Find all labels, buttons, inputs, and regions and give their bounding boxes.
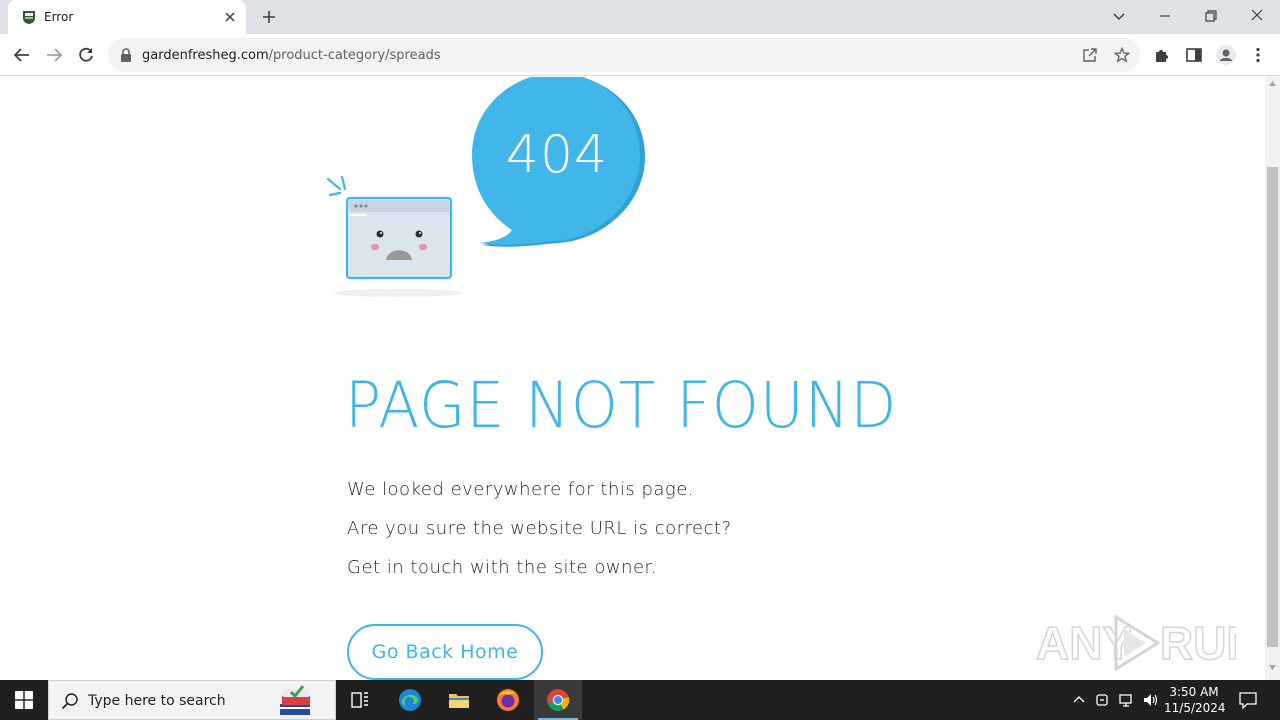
menu-kebab-icon[interactable]: [1249, 46, 1267, 64]
sad-browser-illustration: [326, 77, 645, 297]
notifications-icon[interactable]: [1238, 690, 1258, 710]
extensions-puzzle-icon[interactable]: [1153, 46, 1171, 64]
url-path: /product-category/spreads: [268, 48, 441, 63]
browser-toolbar: gardenfresheg.com/product-category/sprea…: [0, 34, 1280, 76]
profile-avatar-icon[interactable]: [1216, 45, 1236, 65]
scrollbar-thumb[interactable]: [1267, 167, 1278, 647]
page-viewport: 404 PAGE NOT FOUND We looked everywhere …: [0, 77, 1265, 680]
forward-arrow-icon[interactable]: [45, 46, 63, 64]
windows-logo-icon: [15, 691, 33, 709]
firefox-icon: [497, 689, 519, 711]
chrome-icon: [547, 689, 570, 711]
new-tab-icon[interactable]: [261, 9, 277, 25]
tab-strip: Error: [0, 0, 1280, 34]
windows-taskbar: Type here to search 3:50 AM 11/5/2024: [0, 680, 1280, 720]
message-line-2: Are you sure the website URL is correct?: [347, 518, 732, 539]
reload-icon[interactable]: [77, 46, 95, 64]
taskbar-edge[interactable]: [386, 680, 434, 720]
anyrun-watermark-logo: ANY RUN: [1036, 614, 1236, 672]
message-line-3: Get in touch with the site owner.: [347, 557, 658, 578]
browser-tab[interactable]: Error: [8, 0, 246, 34]
url-host: gardenfresheg.com: [142, 48, 269, 63]
tab-title: Error: [44, 10, 74, 24]
bookmark-star-icon[interactable]: [1114, 47, 1130, 63]
folder-icon: [449, 694, 469, 708]
taskbar-chrome[interactable]: [534, 680, 582, 720]
site-favicon-icon: [23, 11, 35, 24]
clock-time: 3:50 AM: [1169, 685, 1219, 699]
start-button[interactable]: [0, 680, 48, 720]
restore-icon[interactable]: [1200, 6, 1222, 26]
system-clock[interactable]: 3:50 AM 11/5/2024: [1164, 684, 1226, 716]
tab-search-chevron-down-icon[interactable]: [1108, 6, 1130, 26]
page-scrollbar[interactable]: [1265, 77, 1280, 680]
lock-icon[interactable]: [120, 48, 132, 62]
show-hidden-icons-chevron-up-icon[interactable]: [1070, 691, 1088, 709]
back-arrow-icon[interactable]: [13, 46, 31, 64]
minimize-icon[interactable]: [1154, 6, 1176, 26]
page-title: PAGE NOT FOUND: [345, 369, 898, 442]
clock-date: 11/5/2024: [1164, 701, 1226, 715]
network-icon[interactable]: [1118, 691, 1136, 709]
taskbar-firefox[interactable]: [484, 680, 532, 720]
address-bar[interactable]: gardenfresheg.com/product-category/sprea…: [108, 38, 1140, 72]
scroll-down-arrow-icon[interactable]: [1269, 665, 1276, 670]
task-view-button[interactable]: [336, 680, 384, 720]
go-back-home-button[interactable]: Go Back Home: [347, 624, 543, 680]
meet-now-icon[interactable]: [1094, 691, 1112, 709]
edge-browser-icon: [399, 689, 421, 711]
search-placeholder: Type here to search: [88, 693, 226, 709]
close-window-icon[interactable]: [1246, 6, 1268, 26]
url-text[interactable]: gardenfresheg.com/product-category/sprea…: [142, 48, 441, 63]
scroll-up-arrow-icon[interactable]: [1269, 81, 1276, 86]
share-icon[interactable]: [1082, 47, 1098, 63]
message-line-1: We looked everywhere for this page.: [347, 479, 695, 500]
taskbar-file-explorer[interactable]: [435, 680, 483, 720]
volume-icon[interactable]: [1142, 691, 1160, 709]
close-tab-icon[interactable]: [222, 9, 238, 25]
taskbar-search-box[interactable]: Type here to search: [48, 680, 336, 720]
task-view-icon: [351, 692, 368, 708]
side-panel-icon[interactable]: [1185, 46, 1203, 64]
search-icon: [61, 693, 78, 710]
error-code: 404: [505, 125, 609, 185]
watermark-run-text: RUN: [1160, 617, 1236, 669]
search-highlight-ballot-icon: [280, 685, 310, 715]
watermark-any-text: ANY: [1036, 617, 1133, 669]
